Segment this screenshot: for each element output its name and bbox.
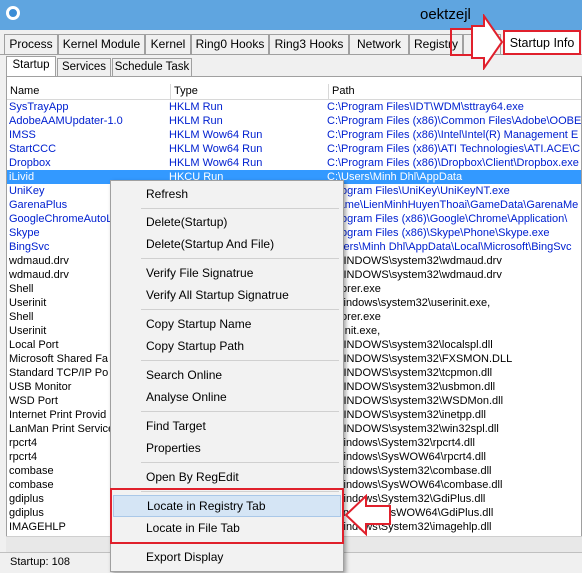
cell-path: :\WINDOWS\system32\inetpp.dll xyxy=(327,409,486,421)
cell-name: AdobeAAMUpdater-1.0 xyxy=(9,115,123,127)
menu-separator xyxy=(141,309,339,310)
cell-type: HKLM Wow64 Run xyxy=(169,129,263,141)
cell-path: xplorer.exe xyxy=(327,283,381,295)
window-title: oektzejl xyxy=(420,6,471,23)
table-row[interactable]: SysTrayApp HKLM Run C:\Program Files\IDT\W… xyxy=(7,100,581,114)
menu-separator xyxy=(141,360,339,361)
cell-path: :\Windows\System32\rpcrt4.dll xyxy=(327,437,475,449)
cell-path: C:\Program Files (x86)\Common Files\Adob… xyxy=(327,115,582,127)
menu-item-export-display[interactable]: Export Display xyxy=(113,546,341,568)
status-text: Startup: 108 xyxy=(10,556,70,568)
cell-name: SysTrayApp xyxy=(9,101,69,113)
tab-kernel[interactable]: Kernel xyxy=(145,34,191,54)
cell-path: xplorer.exe xyxy=(327,311,381,323)
menu-separator xyxy=(141,208,339,209)
cell-path: :\WINDOWS\system32\WSDMon.dll xyxy=(327,395,504,407)
cell-path: :\WINDOWS\system32\win32spl.dll xyxy=(327,423,499,435)
menu-separator xyxy=(141,411,339,412)
cell-type: HKLM Wow64 Run xyxy=(169,157,263,169)
table-row[interactable]: AdobeAAMUpdater-1.0 HKLM Run C:\Program Fi… xyxy=(7,114,582,128)
menu-item-copy-startup-name[interactable]: Copy Startup Name xyxy=(113,313,341,335)
menu-item-open-by-regedit[interactable]: Open By RegEdit xyxy=(113,466,341,488)
cell-type: HKLM Run xyxy=(169,115,223,127)
column-header-name[interactable]: Name xyxy=(7,84,171,99)
annotation-box-menu xyxy=(110,488,344,544)
tab-ring0-hooks[interactable]: Ring0 Hooks xyxy=(191,34,269,54)
cell-path: C:\Program Files\IDT\WDM\sttray64.exe xyxy=(327,101,524,113)
table-row[interactable]: IMSS HKLM Wow64 Run C:\Program Files (x86)… xyxy=(7,128,581,142)
cell-path: :\Windows\System32\combase.dll xyxy=(327,465,492,477)
cell-name: Dropbox xyxy=(9,157,51,169)
cell-path: :\WINDOWS\system32\tcpmon.dll xyxy=(327,367,493,379)
menu-separator xyxy=(141,462,339,463)
subtab-schedule-task[interactable]: Schedule Task xyxy=(112,58,192,76)
column-header-type[interactable]: Type xyxy=(171,84,329,99)
cell-path: :\Windows\SysWOW64\combase.dll xyxy=(327,479,503,491)
cell-path: \Game\LienMinhHuyenThoai\GameData\Garena… xyxy=(327,199,579,211)
arrow-icon xyxy=(471,14,504,70)
cell-path: :\Windows\SysWOW64\rpcrt4.dll xyxy=(327,451,486,463)
list-header: Name Type Path xyxy=(7,84,581,100)
menu-item-delete-startup-and-file[interactable]: Delete(Startup And File) xyxy=(113,233,341,255)
cell-type: HKLM Run xyxy=(169,101,223,113)
cell-path: :\WINDOWS\system32\wdmaud.drv xyxy=(327,269,502,281)
menu-item-properties[interactable]: Properties xyxy=(113,437,341,459)
cell-path: \Program Files\UniKey\UniKeyNT.exe xyxy=(327,185,510,197)
cell-path: :\WINDOWS\system32\wdmaud.drv xyxy=(327,255,502,267)
cell-path: C:\Program Files (x86)\Dropbox\Client\Dr… xyxy=(327,157,579,169)
subtab-startup[interactable]: Startup xyxy=(6,56,56,77)
menu-item-delete-startup[interactable]: Delete(Startup) xyxy=(113,211,341,233)
cell-path: \Program Files (x86)\Skype\Phone\Skype.e… xyxy=(327,227,550,239)
menu-item-find-target[interactable]: Find Target xyxy=(113,415,341,437)
table-row[interactable]: StartCCC HKLM Wow64 Run C:\Program Files (… xyxy=(7,142,581,156)
menu-item-search-online[interactable]: Search Online xyxy=(113,364,341,386)
cell-name: StartCCC xyxy=(9,143,57,155)
cell-path: serinit.exe, xyxy=(327,325,381,337)
cell-path: :\WINDOWS\system32\FXSMON.DLL xyxy=(327,353,513,365)
cell-path: \Program Files (x86)\Google\Chrome\Appli… xyxy=(327,213,568,225)
menu-item-analyse-online[interactable]: Analyse Online xyxy=(113,386,341,408)
table-row[interactable]: Dropbox HKLM Wow64 Run C:\Program Files (x… xyxy=(7,156,581,170)
menu-separator xyxy=(141,258,339,259)
tab-ring3-hooks[interactable]: Ring3 Hooks xyxy=(269,34,349,54)
cell-path: :\Windows\system32\userinit.exe, xyxy=(327,297,491,309)
cell-path: C:\Program Files (x86)\Intel\Intel(R) Ma… xyxy=(327,129,579,141)
cell-name: IMSS xyxy=(9,129,36,141)
tab-network[interactable]: Network xyxy=(349,34,409,54)
app-icon xyxy=(6,6,20,20)
cell-path: C:\Program Files (x86)\ATI Technologies\… xyxy=(327,143,581,155)
tab-kernel-module[interactable]: Kernel Module xyxy=(58,34,145,54)
menu-item-verify-all-startup-signature[interactable]: Verify All Startup Signatrue xyxy=(113,284,341,306)
cell-path: \Users\Minh Dhl\AppData\Local\Microsoft\… xyxy=(327,241,572,253)
cell-path: C:\Users\Minh Dhl\AppData xyxy=(327,171,463,183)
cell-path: :\WINDOWS\system32\localspl.dll xyxy=(327,339,493,351)
tab-startup-info[interactable]: Startup Info xyxy=(503,30,581,55)
tab-process[interactable]: Process xyxy=(4,34,58,54)
cell-type: HKLM Wow64 Run xyxy=(169,143,263,155)
menu-item-verify-file-signature[interactable]: Verify File Signatrue xyxy=(113,262,341,284)
cell-path: :\WINDOWS\system32\usbmon.dll xyxy=(327,381,496,393)
menu-item-refresh[interactable]: Refresh xyxy=(113,183,341,205)
menu-item-copy-startup-path[interactable]: Copy Startup Path xyxy=(113,335,341,357)
arrow-icon xyxy=(344,494,391,537)
subtab-services[interactable]: Services xyxy=(57,58,111,76)
column-header-path[interactable]: Path xyxy=(329,84,581,99)
